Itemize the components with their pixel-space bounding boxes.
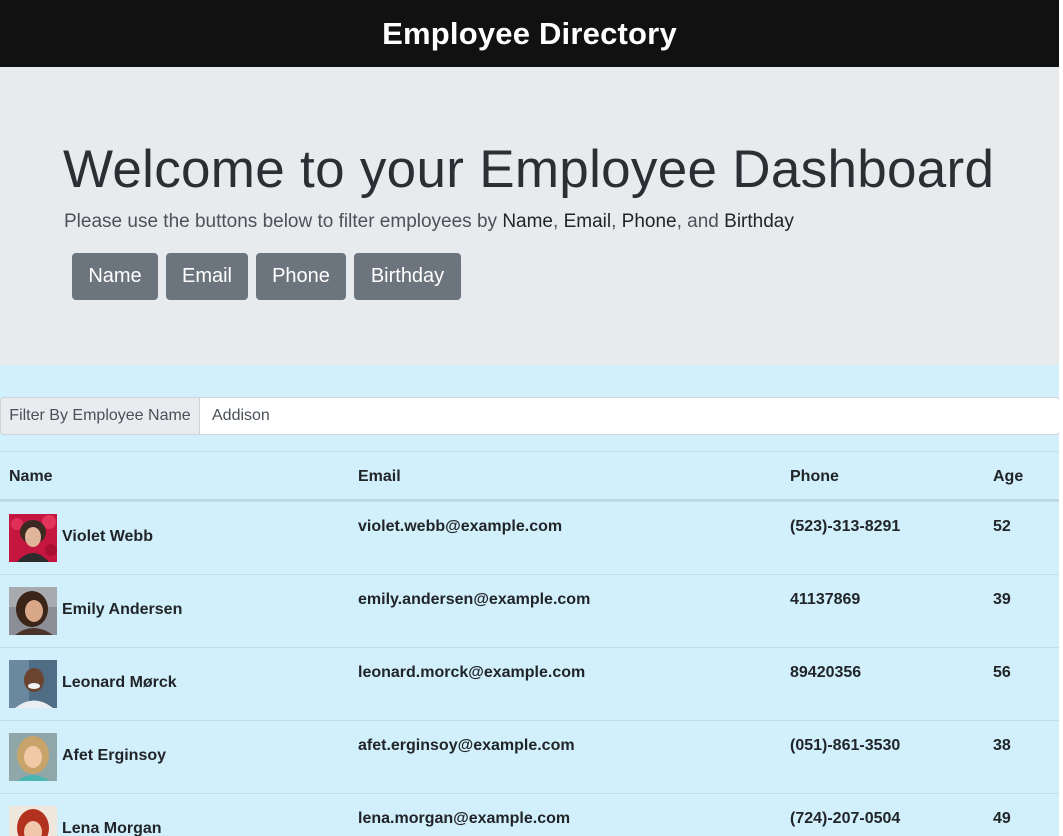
- employee-phone: (523)-313-8291: [790, 518, 901, 535]
- table-header: Name Email Phone Age: [0, 451, 1059, 501]
- jumbotron: Welcome to your Employee Dashboard Pleas…: [0, 67, 1059, 365]
- employee-age: 38: [993, 737, 1011, 754]
- employee-avatar: [9, 733, 57, 781]
- column-header-age[interactable]: Age: [993, 468, 1023, 486]
- employee-name: Lena Morgan: [62, 820, 162, 836]
- jumbotron-lead: Please use the buttons below to filter e…: [64, 211, 794, 233]
- employee-age: 39: [993, 591, 1011, 608]
- filter-email-button[interactable]: Email: [166, 253, 248, 300]
- employee-avatar: [9, 587, 57, 635]
- table-row: Afet Erginsoy afet.erginsoy@example.com …: [0, 720, 1059, 793]
- filter-label: Filter By Employee Name: [0, 397, 199, 435]
- lead-name-emphasis: Name: [502, 211, 553, 232]
- lead-email-emphasis: Email: [563, 211, 612, 232]
- table-row: Emily Andersen emily.andersen@example.co…: [0, 574, 1059, 647]
- lead-phone-emphasis: Phone: [621, 211, 677, 232]
- lead-separator: ,: [553, 211, 564, 232]
- employee-avatar: [9, 514, 57, 562]
- lead-birthday-emphasis: Birthday: [724, 211, 794, 232]
- page-title: Welcome to your Employee Dashboard: [63, 140, 995, 199]
- employee-phone: 41137869: [790, 591, 861, 608]
- app-title: Employee Directory: [382, 15, 677, 51]
- table-row: Violet Webb violet.webb@example.com (523…: [0, 501, 1059, 574]
- employee-email: violet.webb@example.com: [358, 518, 563, 535]
- employee-email: leonard.morck@example.com: [358, 664, 586, 681]
- employee-name: Violet Webb: [62, 528, 153, 545]
- lead-separator: ,: [611, 211, 622, 232]
- filter-name-button[interactable]: Name: [72, 253, 158, 300]
- employee-age: 49: [993, 810, 1011, 827]
- table-row: Leonard Mørck leonard.morck@example.com …: [0, 647, 1059, 720]
- filter-birthday-button[interactable]: Birthday: [354, 253, 461, 300]
- employee-phone: (051)-861-3530: [790, 737, 901, 754]
- employee-age: 56: [993, 664, 1011, 681]
- table-row: Lena Morgan lena.morgan@example.com (724…: [0, 793, 1059, 836]
- employee-email: lena.morgan@example.com: [358, 810, 571, 827]
- employee-phone: 89420356: [790, 664, 862, 681]
- employee-avatar: [9, 806, 57, 836]
- employee-age: 52: [993, 518, 1011, 535]
- employee-avatar: [9, 660, 57, 708]
- employee-name: Afet Erginsoy: [62, 747, 167, 764]
- employee-email: emily.andersen@example.com: [358, 591, 591, 608]
- employee-name: Leonard Mørck: [62, 674, 177, 691]
- employee-phone: (724)-207-0504: [790, 810, 901, 827]
- column-header-email[interactable]: Email: [358, 468, 401, 486]
- navbar: Employee Directory: [0, 0, 1059, 67]
- filter-phone-button[interactable]: Phone: [256, 253, 346, 300]
- employee-email: afet.erginsoy@example.com: [358, 737, 575, 754]
- column-header-phone[interactable]: Phone: [790, 468, 839, 486]
- filter-name-input[interactable]: [199, 397, 1059, 435]
- column-header-name[interactable]: Name: [9, 468, 53, 486]
- employee-name: Emily Andersen: [62, 601, 183, 618]
- lead-separator: , and: [676, 211, 725, 232]
- employee-section: Filter By Employee Name Name Email Phone…: [0, 365, 1059, 836]
- filter-input-group: Filter By Employee Name: [0, 397, 1059, 435]
- lead-text: Please use the buttons below to filter e…: [64, 211, 503, 232]
